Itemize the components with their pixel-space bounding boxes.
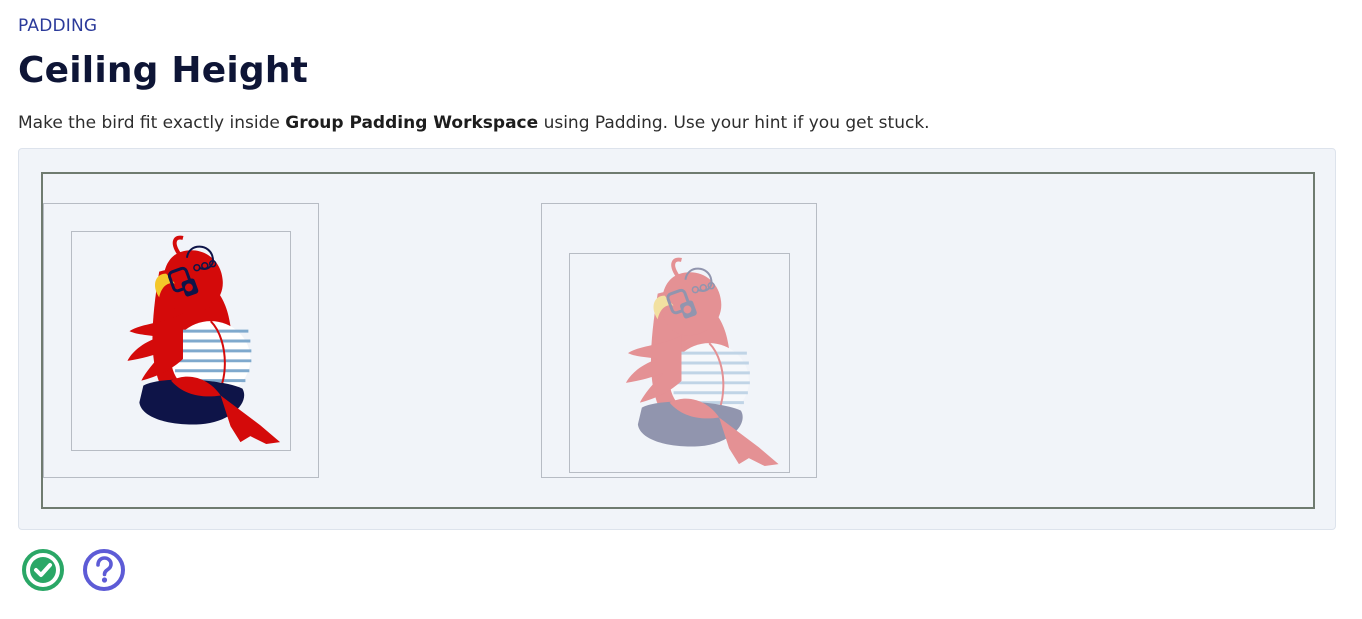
check-answer-button[interactable] [21, 548, 65, 592]
page-title: Ceiling Height [18, 50, 309, 91]
exercise-stage [18, 148, 1336, 530]
instructions: Make the bird fit exactly inside Group P… [18, 113, 930, 133]
bird-frame-target [541, 203, 817, 478]
question-circle-icon [83, 549, 125, 591]
target-content-box [569, 253, 790, 473]
target-bird-illustration [625, 257, 779, 467]
group-padding-workspace[interactable] [41, 172, 1315, 509]
bird-frame-working[interactable] [43, 203, 319, 478]
instructions-suffix: using Padding. Use your hint if you get … [538, 113, 930, 133]
section-eyebrow: PADDING [18, 16, 98, 36]
bird-content-box[interactable] [71, 231, 291, 451]
instructions-emphasis: Group Padding Workspace [285, 113, 539, 133]
bird-illustration[interactable] [72, 232, 290, 450]
instructions-prefix: Make the bird fit exactly inside [18, 113, 286, 133]
hint-button[interactable] [82, 548, 126, 592]
check-circle-icon [22, 549, 64, 591]
exercise-page: PADDING Ceiling Height Make the bird fit… [0, 0, 1362, 619]
